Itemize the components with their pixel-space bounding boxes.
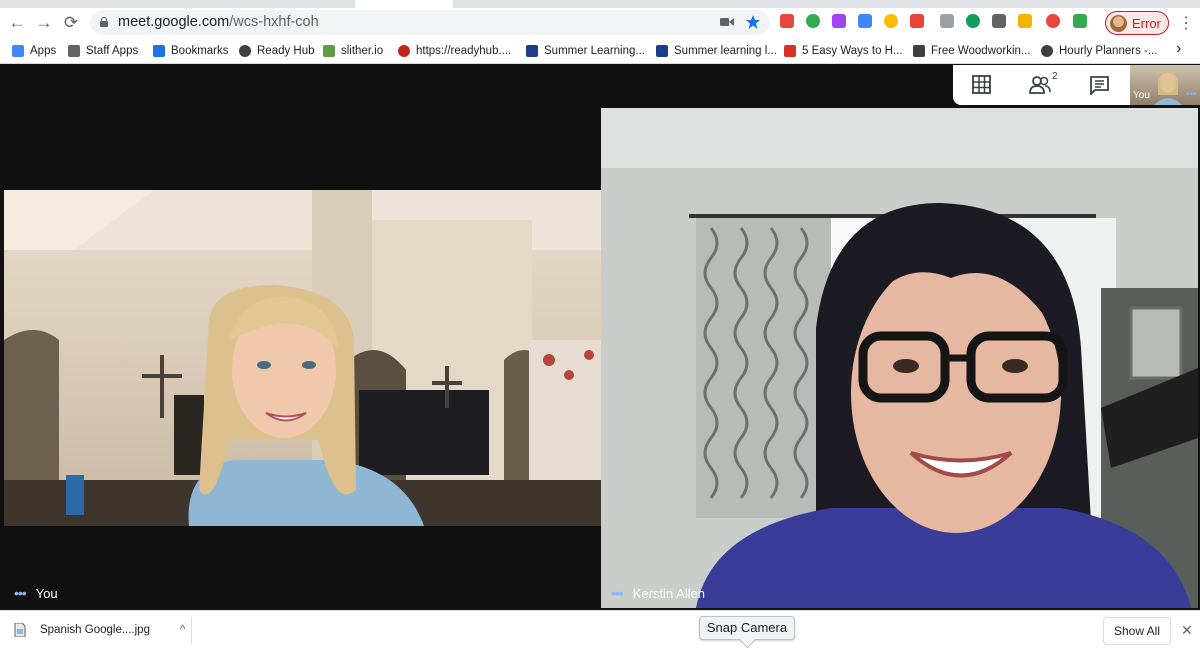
divider [191,617,192,645]
tool-icon [913,45,925,57]
bookmark-label: Staff Apps [86,45,139,57]
extension-icon[interactable] [884,14,898,28]
bookmark-item[interactable]: https://readyhub.... [398,42,511,60]
back-button[interactable]: ← [6,12,28,34]
meet-stage: ••• You ••• Kerstin Allen 2 You ••• [0,65,1200,610]
bookmarks-bar: › Apps Staff Apps Bookmarks Ready Hub slithe… [0,37,1200,64]
extension-icon[interactable] [966,14,980,28]
bookmark-label: Bookmarks [171,45,229,57]
browser-menu-icon[interactable]: ⋮ [1178,13,1194,33]
extension-icon[interactable] [910,14,924,28]
camera-icon[interactable] [720,16,734,28]
download-item[interactable]: Spanish Google....jpg ^ [14,623,185,637]
extension-icon[interactable] [1046,14,1060,28]
extension-icon[interactable] [992,14,1006,28]
avatar [1110,15,1127,32]
lock-icon[interactable] [100,17,108,27]
extension-icon[interactable] [780,14,794,28]
folder-icon [68,45,80,57]
bookmark-item[interactable]: Summer learning l... [656,42,777,60]
link-icon [398,45,410,57]
participant-name-you: You [35,585,58,601]
kerstin-video-feed [601,108,1198,608]
tab-strip [0,0,1200,8]
slither-icon [323,45,335,57]
bookmark-item[interactable]: Apps [12,42,56,60]
participant-label-kerstin: ••• Kerstin Allen [611,585,705,601]
b-icon [656,45,668,57]
address-bar[interactable]: meet.google.com/wcs-hxhf-coh [90,10,770,35]
bookmark-label: https://readyhub.... [416,45,512,57]
bookmark-label: Ready Hub [257,45,315,57]
close-icon[interactable]: ✕ [1181,622,1193,639]
bookmark-label: 5 Easy Ways to H... [802,45,903,57]
forward-button[interactable]: → [33,12,55,34]
grid-layout-icon[interactable] [971,75,993,95]
extension-icon[interactable] [1018,14,1032,28]
bookmark-item[interactable]: Staff Apps [68,42,138,60]
active-tab[interactable] [355,0,453,8]
extension-icon[interactable] [1073,14,1087,28]
reload-button[interactable]: ⟳ [60,12,82,34]
bookmark-label: Summer Learning... [544,45,645,57]
snap-camera-tooltip: Snap Camera [699,616,795,640]
s-icon [784,45,796,57]
meet-controls-panel: 2 [953,65,1130,105]
participant-menu-kerstin[interactable]: ••• [611,585,624,601]
video-tile-kerstin[interactable] [601,108,1198,608]
extension-icon[interactable] [832,14,846,28]
self-video-feed [4,190,601,526]
show-all-button[interactable]: Show All [1103,617,1171,645]
bookmark-item[interactable]: Hourly Planners -... [1041,42,1157,60]
toolbar: ← → ⟳ meet.google.com/wcs-hxhf-coh Error… [0,8,1200,37]
participant-name-kerstin: Kerstin Allen [632,585,705,601]
bookmark-label: slither.io [341,45,384,57]
bookmarks-overflow-icon[interactable]: › [1176,40,1181,58]
bookmark-item[interactable]: Free Woodworkin... [913,42,1031,60]
bookmark-label: Summer learning l... [674,45,777,57]
file-icon [14,623,26,637]
url-host: meet.google.com [118,14,230,30]
participant-menu-you[interactable]: ••• [14,585,27,601]
url-path: /wcs-hxhf-coh [229,14,319,30]
checkbox-icon [526,45,538,57]
participant-count: 2 [1052,71,1058,82]
bookmark-star-icon[interactable] [746,15,760,29]
self-view-thumbnail[interactable]: You ••• [1130,65,1200,105]
bookmark-item[interactable]: slither.io [323,42,383,60]
apps-grid-icon [12,45,24,57]
star-icon [153,45,165,57]
profile-button[interactable]: Error [1105,11,1169,35]
bookmark-item[interactable]: Summer Learning... [526,42,645,60]
extension-icon[interactable] [858,14,872,28]
download-chevron-icon[interactable]: ^ [180,624,185,636]
chat-icon[interactable] [1089,75,1111,95]
bookmark-item[interactable]: Bookmarks [153,42,229,60]
video-tile-you[interactable] [4,190,601,526]
globe-icon [1041,45,1053,57]
bookmark-label: Apps [30,45,57,57]
extension-icon[interactable] [806,14,820,28]
bookmark-item[interactable]: 5 Easy Ways to H... [784,42,903,60]
bookmark-item[interactable]: Ready Hub [239,42,315,60]
self-view-label: You [1133,90,1150,101]
globe-icon [239,45,251,57]
participant-label-you: ••• You [14,585,58,601]
profile-status: Error [1132,16,1161,31]
bookmark-label: Free Woodworkin... [931,45,1031,57]
downloads-bar: Spanish Google....jpg ^ Show All ✕ [0,610,1200,650]
self-view-menu[interactable]: ••• [1186,89,1197,100]
extension-icon[interactable] [940,14,954,28]
download-file-name: Spanish Google....jpg [40,624,150,636]
bookmark-label: Hourly Planners -... [1059,45,1158,57]
